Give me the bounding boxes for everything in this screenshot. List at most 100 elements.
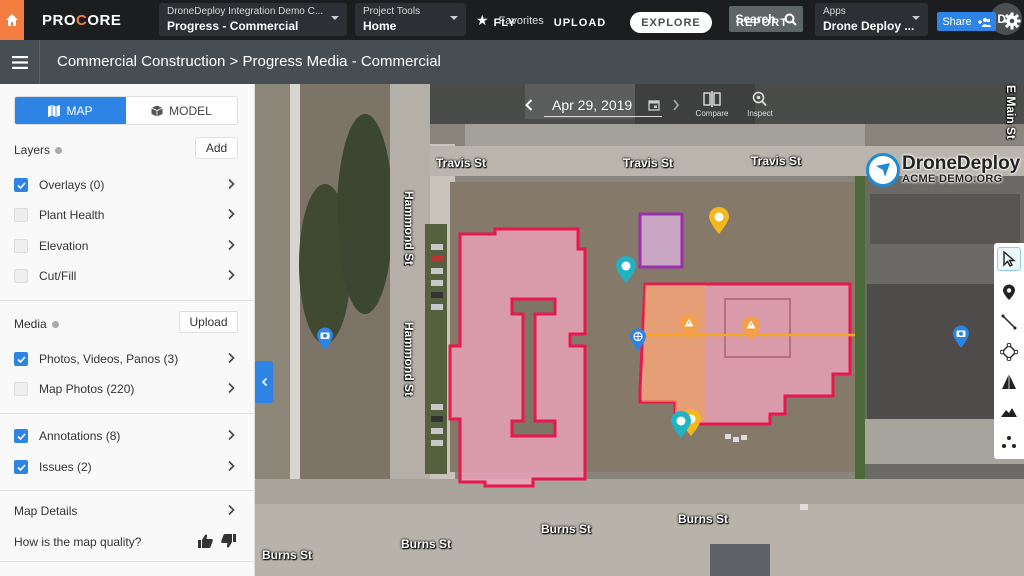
upload-media-button[interactable]: Upload [179,311,238,333]
progress-area-west[interactable] [448,227,587,488]
tab-fly[interactable]: FLY [484,12,526,33]
annotation-pin-teal[interactable] [615,256,637,284]
collapse-sidebar-button[interactable] [255,361,273,403]
distance-tool[interactable] [997,307,1021,337]
area-tool[interactable] [997,337,1021,367]
map-details-row[interactable]: Map Details [14,501,239,521]
select-tool[interactable] [997,247,1021,271]
thumbs-down-icon[interactable] [221,534,236,548]
project-tools-dropdown[interactable]: Project Tools Home [355,3,466,36]
polygon-area-icon [1000,343,1018,361]
panorama-pin[interactable] [629,328,647,352]
info-icon[interactable] [51,320,59,328]
layer-label: Cut/Fill [39,269,77,283]
media-row-photos[interactable]: Photos, Videos, Panos (3) [14,349,239,369]
tools-dropdown-value: Home [363,19,397,33]
date-selector: Apr 29, 2019 [524,92,684,118]
chevron-right-icon[interactable] [227,429,235,441]
check-icon [16,463,26,471]
checkbox-checked[interactable] [14,460,28,474]
annotations-row[interactable]: Annotations (8) [14,426,239,446]
checkbox-unchecked[interactable] [14,382,28,396]
check-icon [16,355,26,363]
settings-button[interactable] [1003,12,1021,30]
map-quality-label: How is the map quality? [14,535,142,549]
issue-pin[interactable] [679,314,699,340]
checkbox-unchecked[interactable] [14,208,28,222]
tab-explore[interactable]: EXPLORE [630,12,712,33]
elevation-tool[interactable] [997,397,1021,427]
issue-pin[interactable] [741,316,761,342]
more-tools[interactable] [997,427,1021,457]
chevron-right-icon[interactable] [672,98,680,112]
street-label: E Main St [1004,85,1018,140]
project-dropdown[interactable]: DroneDeploy Integration Demo C... Progre… [159,3,347,36]
checkbox-checked[interactable] [14,429,28,443]
share-button[interactable]: Share [937,12,996,31]
procore-logo[interactable]: PROCORE [42,12,162,29]
street-label: Burns St [262,548,313,562]
photo-pin[interactable] [952,325,970,349]
map-view-button[interactable]: MAP [15,97,126,124]
map-details-label: Map Details [14,504,78,518]
inspect-button[interactable]: Inspect [740,91,780,118]
model-view-button[interactable]: MODEL [126,97,237,124]
chevron-right-icon[interactable] [227,352,235,364]
compare-icon [703,91,721,107]
annotation-pin-teal[interactable] [670,411,692,439]
chevron-down-icon [450,16,458,20]
thumbs-up-icon[interactable] [198,534,213,548]
chevron-right-icon[interactable] [227,382,235,394]
tab-report[interactable]: REPORT [730,12,794,33]
add-layer-button[interactable]: Add [195,137,238,159]
calendar-icon[interactable] [648,99,660,111]
media-label: Map Photos (220) [39,382,135,396]
apps-dropdown-value: Drone Deploy ... [823,19,915,33]
layer-label: Plant Health [39,208,105,222]
tab-upload[interactable]: UPLOAD [546,12,614,33]
building [710,544,770,576]
chevron-right-icon[interactable] [227,178,235,190]
checkbox-unchecked[interactable] [14,239,28,253]
layers-heading: Layers [14,143,63,157]
layer-row-plant-health[interactable]: Plant Health [14,205,239,225]
menu-button[interactable] [0,40,40,84]
home-button[interactable] [0,0,24,40]
divider [0,300,254,301]
inspect-label: Inspect [747,109,773,118]
checkbox-checked[interactable] [14,178,28,192]
watermark-subtitle: ACME DEMO.ORG [902,173,1003,185]
photo-pin[interactable] [316,327,334,351]
burns-street [255,504,1024,576]
divider [0,490,254,491]
divider [0,413,254,414]
house-roofs [870,194,1020,244]
checkbox-unchecked[interactable] [14,269,28,283]
info-icon[interactable] [55,146,63,154]
project-dropdown-label: DroneDeploy Integration Demo C... [167,6,324,17]
date-underline [544,116,662,117]
annotation-pin-yellow[interactable] [708,207,730,235]
quality-feedback [198,534,236,548]
layers-title: Layers [14,143,51,157]
media-row-map-photos[interactable]: Map Photos (220) [14,379,239,399]
chevron-right-icon[interactable] [227,460,235,472]
current-date[interactable]: Apr 29, 2019 [552,97,632,113]
layer-row-cut-fill[interactable]: Cut/Fill [14,266,239,286]
chevron-right-icon[interactable] [227,504,235,516]
chevron-right-icon[interactable] [227,239,235,251]
chevron-right-icon[interactable] [227,208,235,220]
checkbox-checked[interactable] [14,352,28,366]
volume-tool[interactable] [997,367,1021,397]
compare-button[interactable]: Compare [692,91,732,118]
apps-dropdown[interactable]: Apps Drone Deploy ... [815,3,928,36]
share-label: Share [942,15,972,28]
layers-sidebar: MAP MODEL Layers Add Overlays (0) Plant … [0,84,255,576]
progress-area-purple[interactable] [638,212,684,269]
chevron-right-icon[interactable] [227,269,235,281]
chevron-left-icon[interactable] [524,98,534,112]
location-tool[interactable] [997,277,1021,307]
issues-row[interactable]: Issues (2) [14,457,239,477]
layer-row-elevation[interactable]: Elevation [14,236,239,256]
layer-row-overlays[interactable]: Overlays (0) [14,175,239,195]
